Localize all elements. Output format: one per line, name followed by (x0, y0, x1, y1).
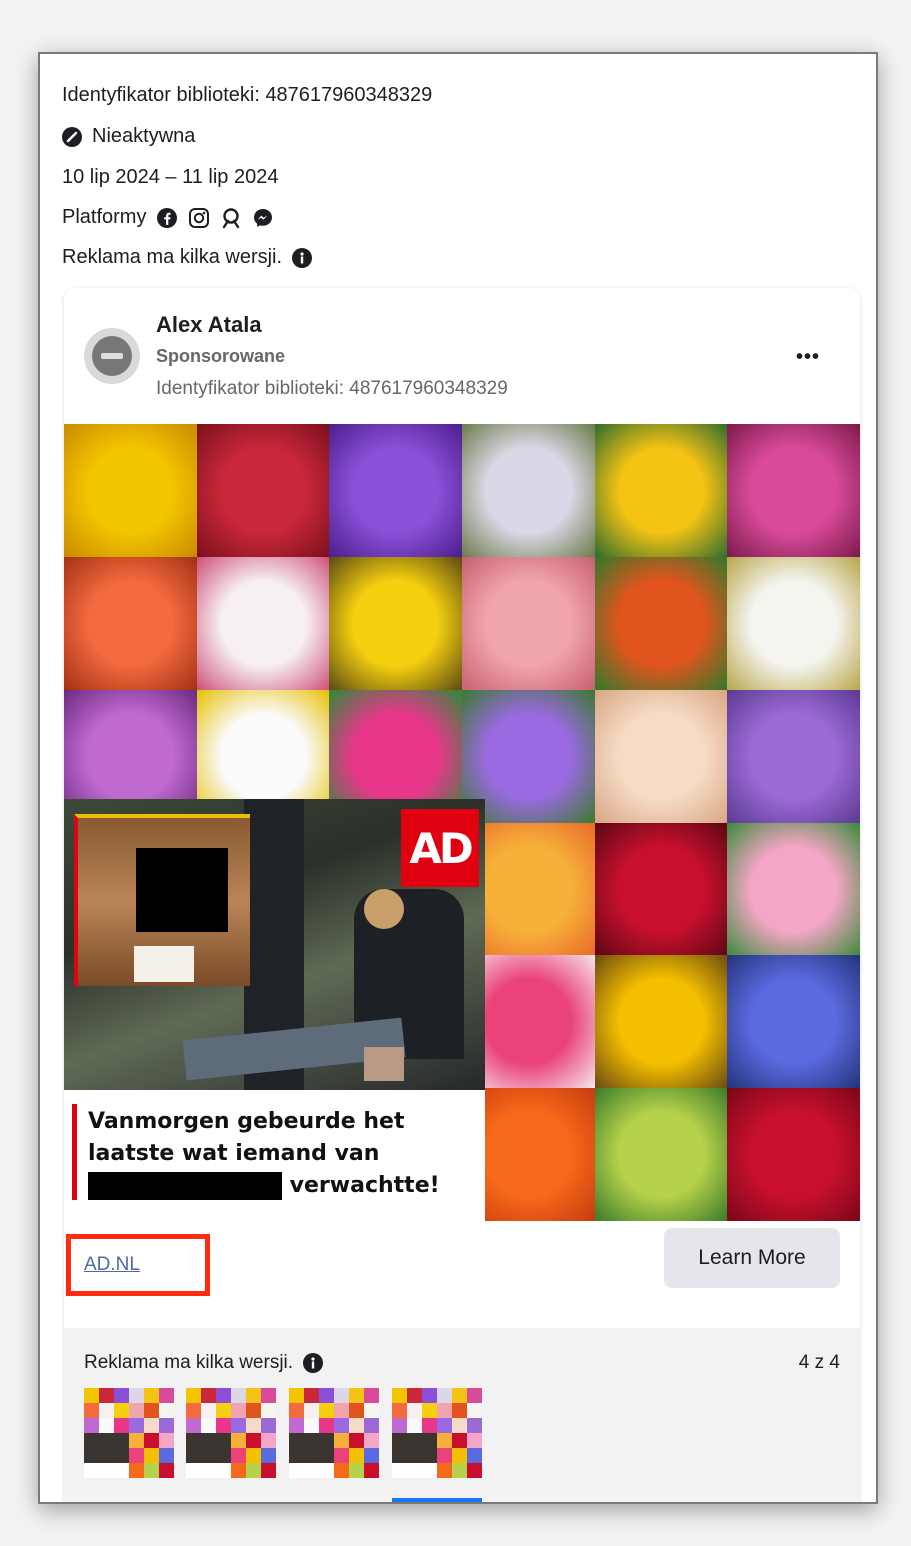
date-range: 10 lip 2024 – 11 lip 2024 (62, 166, 278, 189)
ad-library-id: Identyfikator biblioteki: 48761796034832… (156, 378, 508, 399)
flower-tile (727, 556, 860, 690)
date-range-text: 10 lip 2024 – 11 lip 2024 (62, 166, 279, 188)
headline-box: Vanmorgen gebeurde het laatste wat ieman… (64, 1090, 485, 1221)
flower-tile (64, 424, 197, 557)
flower-tile (594, 556, 728, 690)
instagram-icon (189, 207, 210, 228)
version-thumbnail-1[interactable] (84, 1388, 174, 1478)
flower-tile (594, 955, 728, 1089)
flower-tile (594, 424, 728, 557)
versions-panel: Reklama ma kilka wersji. 4 z 4 (64, 1328, 860, 1502)
flower-tile (594, 822, 728, 956)
ad-logo: AD (401, 809, 479, 887)
redaction-block (136, 848, 228, 932)
version-thumbnail-2[interactable] (186, 1388, 276, 1478)
versions-note-text: Reklama ma kilka wersji. (62, 246, 283, 268)
facebook-icon (157, 207, 178, 228)
flower-tile (594, 1088, 728, 1222)
platforms-label: Platformy (62, 206, 147, 228)
redaction-bar (88, 1172, 282, 1200)
status-row: Nieaktywna (62, 125, 195, 148)
flower-tile (727, 955, 860, 1089)
page-name[interactable]: Alex Atala (156, 312, 262, 338)
headline-part2: verwachtte! (289, 1173, 440, 1198)
flower-tile (196, 556, 330, 690)
audience-network-icon (223, 207, 240, 228)
inactive-icon (62, 126, 82, 147)
ad-library-panel: Identyfikator biblioteki: 48761796034832… (38, 52, 878, 1504)
versions-label-text: Reklama ma kilka wersji. (84, 1352, 294, 1373)
selected-version-indicator (392, 1498, 482, 1502)
flower-tile (727, 424, 860, 557)
sponsored-label: Sponsorowane (156, 346, 286, 366)
destination-link[interactable]: AD.NL (84, 1254, 140, 1276)
library-id: Identyfikator biblioteki: 48761796034832… (62, 84, 432, 107)
flower-tile (329, 556, 463, 690)
platforms-row: Platformy (62, 206, 274, 229)
flower-tile (329, 424, 463, 557)
flower-tile (727, 822, 860, 956)
info-icon[interactable] (292, 247, 313, 268)
flower-tile (594, 689, 728, 823)
flower-tile (462, 556, 595, 690)
headline-part1: Vanmorgen gebeurde het laatste wat ieman… (88, 1109, 405, 1166)
page-avatar[interactable] (84, 328, 140, 384)
flower-tile (462, 424, 595, 557)
versions-note: Reklama ma kilka wersji. (62, 246, 313, 269)
flower-tile (64, 556, 197, 690)
flower-tile (196, 424, 330, 557)
ad-preview-card: Alex Atala Sponsorowane Identyfikator bi… (64, 288, 860, 1502)
info-icon[interactable] (303, 1353, 324, 1373)
learn-more-button[interactable]: Learn More (664, 1228, 840, 1288)
messenger-icon (254, 208, 273, 227)
version-thumbnail-3[interactable] (289, 1388, 379, 1478)
library-id-text: Identyfikator biblioteki: 48761796034832… (62, 84, 433, 106)
headline-text: Vanmorgen gebeurde het laatste wat ieman… (88, 1106, 468, 1202)
version-thumbnail-4[interactable] (392, 1388, 482, 1478)
version-counter: 4 z 4 (798, 1352, 840, 1373)
versions-label: Reklama ma kilka wersji. (84, 1352, 324, 1374)
flower-tile (727, 1088, 860, 1222)
status-text: Nieaktywna (92, 125, 196, 147)
ad-creative-image[interactable]: AD Vanmorgen gebeurde het laatste wat ie… (64, 424, 860, 1222)
portrait-photo (74, 814, 250, 986)
flower-tile (727, 689, 860, 823)
more-options-button[interactable]: ••• (796, 346, 820, 369)
